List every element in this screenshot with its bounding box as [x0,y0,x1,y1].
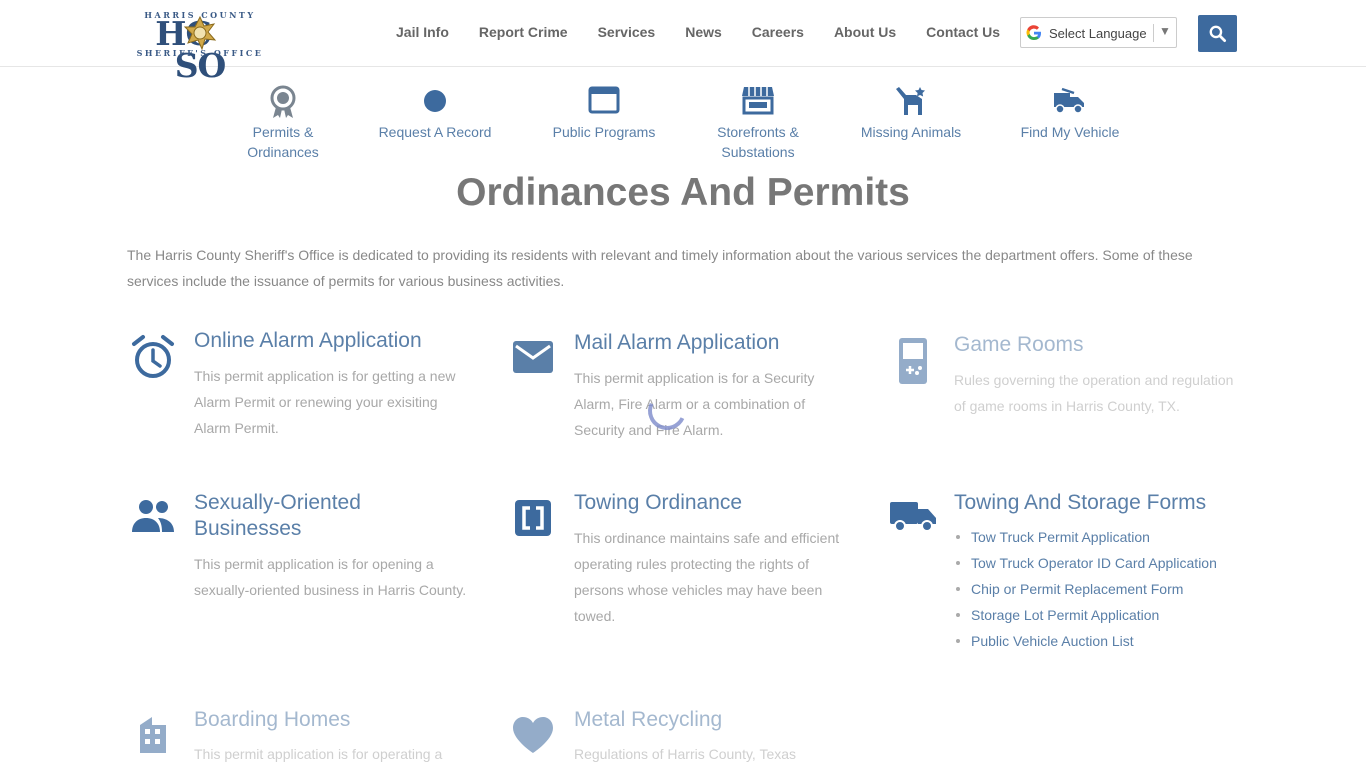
gameboy-icon [899,338,927,384]
list-item[interactable]: Public Vehicle Auction List [954,628,1217,654]
quicklink-label: Permits & Ordinances [247,124,319,160]
site-header: HARRIS COUNTY HCSO SHERIFF'S OFFICE Jail… [0,0,1366,82]
card-title[interactable]: Sexually-Oriented Businesses [194,490,444,542]
list-item[interactable]: Tow Truck Permit Application [954,524,1217,550]
language-select[interactable]: Select Language ▼ [1020,17,1177,48]
card-description: This permit application is for a Securit… [574,370,815,438]
card-title[interactable]: Online Alarm Application [194,328,422,354]
sheriff-star-icon [183,16,217,50]
browser-window-icon [588,86,620,114]
quicklink-label: Public Programs [552,124,656,140]
card-towing-storage-forms[interactable]: Towing And Storage Forms Tow Truck Permi… [888,490,1248,662]
card-title[interactable]: Metal Recycling [574,707,722,733]
card-online-alarm[interactable]: Online Alarm Application This permit app… [128,328,478,450]
heart-icon [513,717,553,753]
storefront-icon [742,87,774,115]
list-item[interactable]: Tow Truck Operator ID Card Application [954,550,1217,576]
card-description: This ordinance maintains safe and effici… [574,530,840,624]
forms-list: Tow Truck Permit Application Tow Truck O… [954,524,1217,654]
nav-contact-us[interactable]: Contact Us [926,24,1000,40]
quicklink-public-programs[interactable]: Public Programs [548,85,660,142]
card-sexually-oriented[interactable]: Sexually-Oriented Businesses This permit… [128,490,478,612]
card-title[interactable]: Towing And Storage Forms [954,490,1206,516]
quicklink-request-record[interactable]: Request A Record [375,85,495,142]
quicklink-storefronts[interactable]: Storefronts & Substations [706,85,810,162]
quicklink-missing-animals[interactable]: Missing Animals [858,85,964,142]
pet-icon [896,87,925,115]
card-description: This permit application is for operating… [194,746,443,762]
logo-bottom-text: SHERIFF'S OFFICE [136,48,264,58]
card-mail-alarm[interactable]: Mail Alarm Application This permit appli… [508,330,858,452]
card-description: Rules governing the operation and regula… [954,372,1234,414]
quicklink-label: Missing Animals [860,124,962,140]
main-nav: Jail Info Report Crime Services News Car… [396,24,1030,40]
nav-services[interactable]: Services [598,24,656,40]
bracket-icon [515,500,551,536]
building-icon [140,717,166,753]
card-title[interactable]: Mail Alarm Application [574,330,779,356]
search-icon [1209,25,1227,43]
quicklink-permits[interactable]: Permits & Ordinances [233,85,333,162]
card-title[interactable]: Game Rooms [954,332,1084,358]
tow-truck-icon [1054,87,1084,114]
page-title: Ordinances And Permits [456,171,910,214]
truck-icon [890,502,936,532]
nav-news[interactable]: News [685,24,722,40]
nav-careers[interactable]: Careers [752,24,804,40]
card-boarding-homes[interactable]: Boarding Homes This permit application i… [128,707,478,768]
quicklink-label: Request A Record [378,124,492,140]
alarm-clock-icon [132,335,174,378]
divider [1153,24,1154,42]
card-description: This permit application is for getting a… [194,368,456,436]
nav-about-us[interactable]: About Us [834,24,896,40]
quicklink-find-vehicle[interactable]: Find My Vehicle [1018,85,1122,142]
circle-icon [424,90,446,112]
google-icon [1026,25,1041,41]
card-metal-recycling[interactable]: Metal Recycling Regulations of Harris Co… [508,707,858,768]
list-item[interactable]: Chip or Permit Replacement Form [954,576,1217,602]
people-icon [132,500,174,532]
award-icon [270,85,296,118]
mail-icon [513,341,553,373]
hcso-logo[interactable]: HARRIS COUNTY HCSO SHERIFF'S OFFICE [130,10,270,82]
card-game-rooms[interactable]: Game Rooms Rules governing the operation… [888,332,1238,454]
card-title[interactable]: Towing Ordinance [574,490,742,516]
card-title[interactable]: Boarding Homes [194,707,350,733]
search-button[interactable] [1198,15,1237,52]
card-towing-ordinance[interactable]: Towing Ordinance This ordinance maintain… [508,490,858,632]
card-description: Regulations of Harris County, Texas [574,746,797,762]
quicklink-label: Storefronts & Substations [717,124,799,160]
language-select-label: Select Language [1049,26,1147,41]
list-item[interactable]: Storage Lot Permit Application [954,602,1217,628]
nav-jail-info[interactable]: Jail Info [396,24,449,40]
card-description: This permit application is for opening a… [194,556,467,598]
dropdown-arrow-icon: ▼ [1159,24,1171,38]
intro-text: The Harris County Sheriff's Office is de… [127,247,1193,289]
nav-report-crime[interactable]: Report Crime [479,24,568,40]
quicklink-label: Find My Vehicle [1020,124,1120,140]
